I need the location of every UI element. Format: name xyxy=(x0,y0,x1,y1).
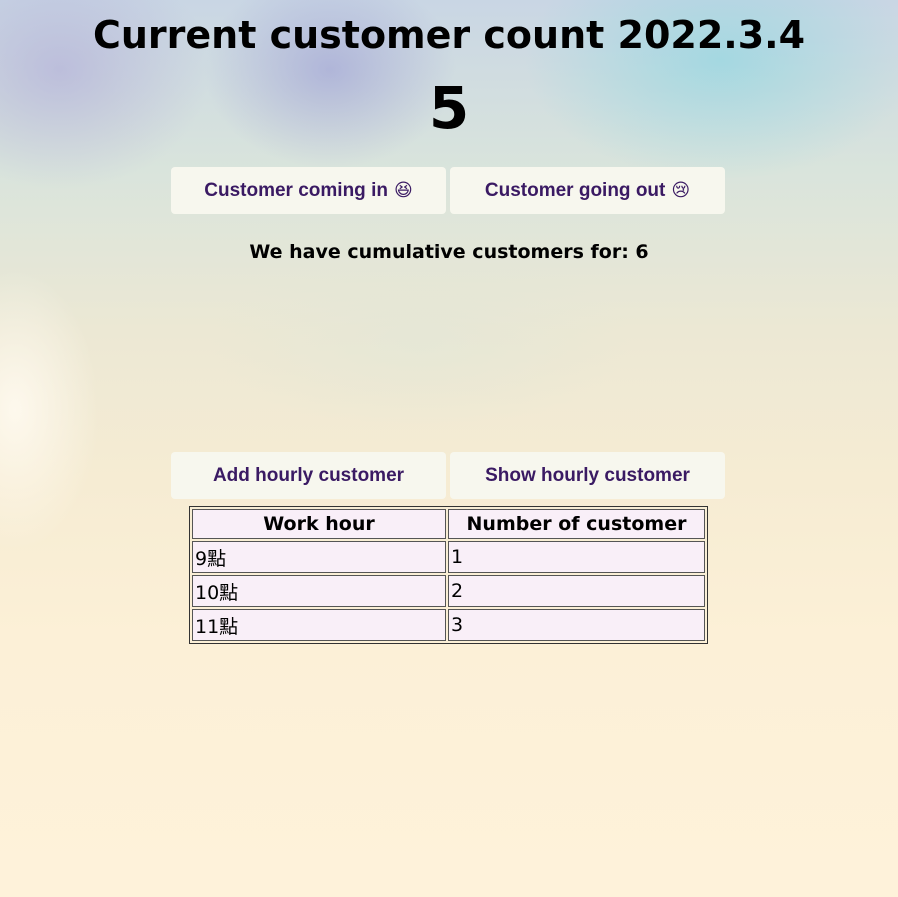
current-customer-count: 5 xyxy=(428,74,470,142)
customer-count-cell: 3 xyxy=(448,609,705,641)
laughing-face-icon: 😆 xyxy=(393,180,413,201)
page-title: Current customer count 2022.3.4 xyxy=(92,13,806,57)
customer-going-out-button[interactable]: Customer going out 😢 xyxy=(450,167,725,214)
customer-coming-in-button[interactable]: Customer coming in 😆 xyxy=(171,167,446,214)
table-row: 10點 2 xyxy=(192,575,705,607)
show-hourly-customer-button[interactable]: Show hourly customer xyxy=(450,452,725,499)
show-hourly-customer-label: Show hourly customer xyxy=(485,464,690,486)
work-hour-header: Work hour xyxy=(192,509,446,539)
customer-count-cell: 2 xyxy=(448,575,705,607)
table-header-row: Work hour Number of customer xyxy=(192,509,705,539)
cumulative-customers-text: We have cumulative customers for: 6 xyxy=(249,241,649,263)
add-hourly-customer-label: Add hourly customer xyxy=(212,464,405,486)
customer-going-out-label: Customer going out xyxy=(484,179,666,201)
hourly-customer-table: Work hour Number of customer 9點 1 10點 2 … xyxy=(189,506,708,644)
customer-coming-in-label: Customer coming in xyxy=(204,179,388,201)
work-hour-cell: 9點 xyxy=(192,541,446,573)
work-hour-cell: 11點 xyxy=(192,609,446,641)
crying-face-icon: 😢 xyxy=(671,180,691,201)
work-hour-cell: 10點 xyxy=(192,575,446,607)
add-hourly-customer-button[interactable]: Add hourly customer xyxy=(171,452,446,499)
number-of-customer-header: Number of customer xyxy=(448,509,705,539)
customer-count-cell: 1 xyxy=(448,541,705,573)
table-row: 11點 3 xyxy=(192,609,705,641)
table-row: 9點 1 xyxy=(192,541,705,573)
